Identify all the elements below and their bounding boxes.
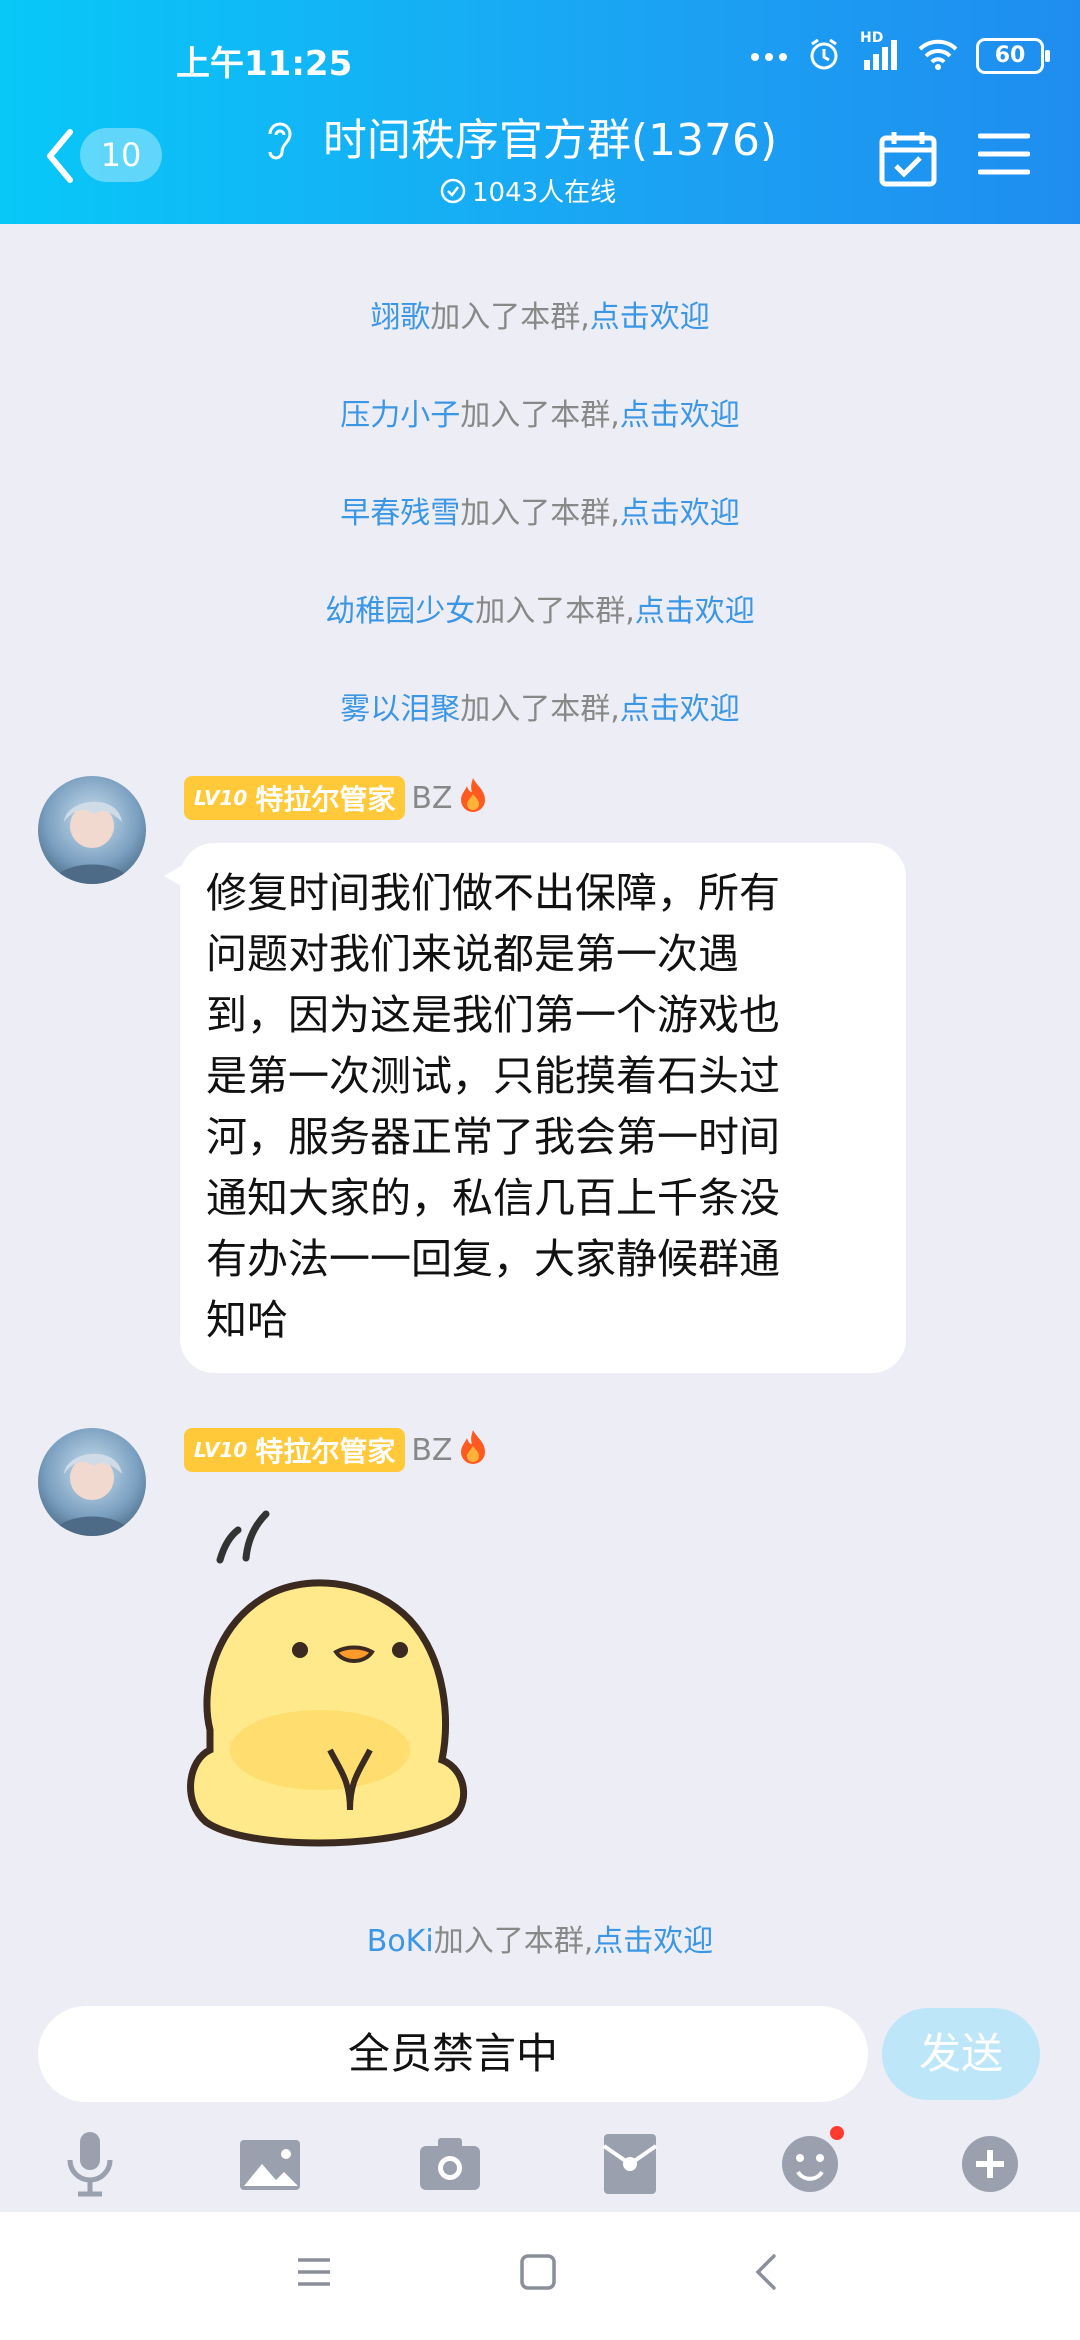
- welcome-link[interactable]: 点击欢迎: [590, 300, 710, 335]
- menu-button[interactable]: [977, 132, 1031, 180]
- level-badge: LV10 特拉尔管家: [184, 1428, 406, 1472]
- network-label: HD: [860, 30, 884, 46]
- more-dots-icon: [750, 47, 788, 66]
- level-label: LV10: [194, 786, 248, 810]
- system-message: 翊歌加入了本群,点击欢迎: [370, 300, 710, 335]
- plus-icon[interactable]: [950, 2124, 1030, 2204]
- message-line: 是第一次测试，只能摸着石头过: [206, 1052, 780, 1100]
- member-name[interactable]: 早春残雪: [340, 496, 460, 531]
- send-button[interactable]: 发送: [882, 2008, 1040, 2100]
- role-tag: BZ: [411, 780, 453, 816]
- yellow-chick-sticker[interactable]: [180, 1500, 520, 1864]
- red-packet-icon[interactable]: [590, 2124, 670, 2204]
- system-message: 雾以泪聚加入了本群,点击欢迎: [340, 692, 740, 727]
- battery-indicator: 60: [976, 38, 1050, 74]
- chat-header: 上午11:25 HD 60 10 时间秩序官方群(1376) 1043人在线: [0, 0, 1080, 224]
- emoji-icon[interactable]: [770, 2124, 850, 2204]
- message-line: 河，服务器正常了我会第一时间: [206, 1113, 780, 1161]
- back-button[interactable]: [40, 126, 80, 186]
- member-name[interactable]: BoKi: [367, 1924, 434, 1959]
- signal-icon: HD: [860, 30, 900, 74]
- member-name[interactable]: 翊歌: [370, 300, 430, 335]
- message-line: 知哈: [206, 1296, 288, 1344]
- status-icons: HD 60: [750, 30, 1050, 76]
- online-count[interactable]: 1043人在线: [440, 172, 616, 209]
- message-line: 问题对我们来说都是第一次遇: [206, 930, 739, 978]
- fire-icon: [458, 776, 488, 820]
- check-circle-icon: [440, 178, 466, 203]
- image-icon[interactable]: [230, 2124, 310, 2204]
- input-toolbar: [0, 2116, 1080, 2212]
- online-count-text: 1043人在线: [472, 178, 617, 208]
- system-message: 早春残雪加入了本群,点击欢迎: [340, 496, 740, 531]
- welcome-link[interactable]: 点击欢迎: [620, 692, 740, 727]
- message-bubble[interactable]: 修复时间我们做不出保障，所有 问题对我们来说都是第一次遇 到，因为这是我们第一个…: [180, 843, 906, 1373]
- microphone-icon[interactable]: [50, 2124, 130, 2204]
- message-input[interactable]: 全员禁言中: [38, 2006, 868, 2102]
- camera-icon[interactable]: [410, 2124, 490, 2204]
- welcome-link[interactable]: 点击欢迎: [593, 1924, 713, 1959]
- calendar-check-button[interactable]: [878, 128, 938, 192]
- sender-name[interactable]: 特拉尔管家: [255, 778, 395, 818]
- fire-icon: [458, 1428, 488, 1472]
- message-line: 有办法一一回复，大家静候群通: [206, 1235, 780, 1283]
- message-line: 到，因为这是我们第一个游戏也: [206, 991, 780, 1039]
- alarm-icon: [806, 36, 842, 76]
- sender-meta: LV10 特拉尔管家 BZ: [184, 1428, 488, 1472]
- back-nav-icon[interactable]: [750, 2252, 780, 2296]
- welcome-link[interactable]: 点击欢迎: [620, 496, 740, 531]
- sender-name[interactable]: 特拉尔管家: [255, 1430, 395, 1470]
- system-message: 压力小子加入了本群,点击欢迎: [340, 398, 740, 433]
- system-message: 幼稚园少女加入了本群,点击欢迎: [325, 594, 755, 629]
- avatar[interactable]: [38, 1428, 146, 1536]
- avatar[interactable]: [38, 776, 146, 884]
- home-icon[interactable]: [518, 2252, 558, 2296]
- system-message: BoKi加入了本群,点击欢迎: [366, 1924, 714, 1959]
- unread-count-badge[interactable]: 10: [80, 128, 162, 182]
- level-badge: LV10 特拉尔管家: [184, 776, 406, 820]
- system-nav-bar: [0, 2212, 1080, 2340]
- status-time: 上午11:25: [176, 44, 353, 84]
- sender-meta: LV10 特拉尔管家 BZ: [184, 776, 488, 820]
- welcome-link[interactable]: 点击欢迎: [635, 594, 755, 629]
- message-line: 通知大家的，私信几百上千条没: [206, 1174, 780, 1222]
- notification-dot: [830, 2126, 844, 2140]
- member-name[interactable]: 雾以泪聚: [340, 692, 460, 727]
- member-name[interactable]: 幼稚园少女: [325, 594, 475, 629]
- member-name[interactable]: 压力小子: [340, 398, 460, 433]
- role-tag: BZ: [411, 1432, 453, 1468]
- level-label: LV10: [194, 1438, 248, 1462]
- welcome-link[interactable]: 点击欢迎: [620, 398, 740, 433]
- message-line: 修复时间我们做不出保障，所有: [206, 869, 780, 917]
- group-title[interactable]: 时间秩序官方群(1376): [270, 104, 830, 168]
- wifi-icon: [918, 38, 958, 74]
- recents-menu-icon[interactable]: [296, 2252, 332, 2296]
